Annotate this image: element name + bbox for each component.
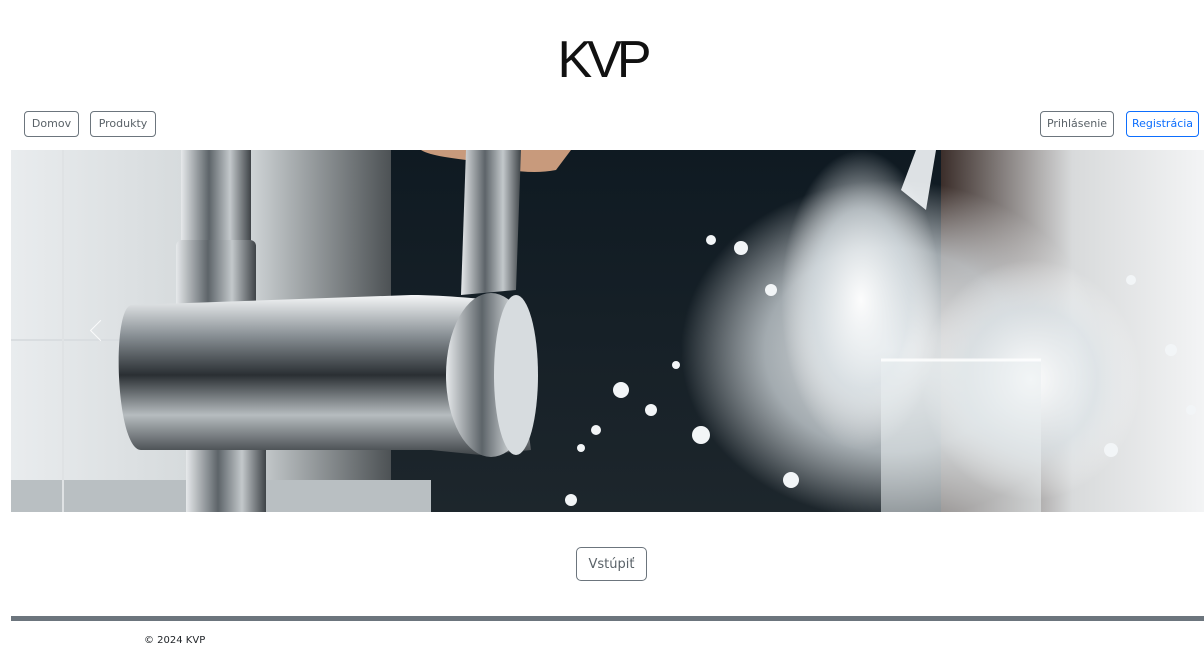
site-logo: KVP xyxy=(557,31,651,89)
chevron-left-icon xyxy=(89,319,112,342)
enter-button[interactable]: Vstúpiť xyxy=(576,547,647,581)
footer-divider xyxy=(11,616,1204,621)
nav-products-button[interactable]: Produkty xyxy=(90,111,156,137)
carousel-prev-button[interactable] xyxy=(11,150,191,512)
nav-home-button[interactable]: Domov xyxy=(24,111,79,137)
register-button[interactable]: Registrácia xyxy=(1126,111,1199,137)
footer-copyright: © 2024 KVP xyxy=(144,635,206,646)
login-button[interactable]: Prihlásenie xyxy=(1040,111,1114,137)
page: KVP Domov Produkty Prihlásenie Registrác… xyxy=(0,0,1204,647)
hero-carousel xyxy=(11,150,1204,512)
